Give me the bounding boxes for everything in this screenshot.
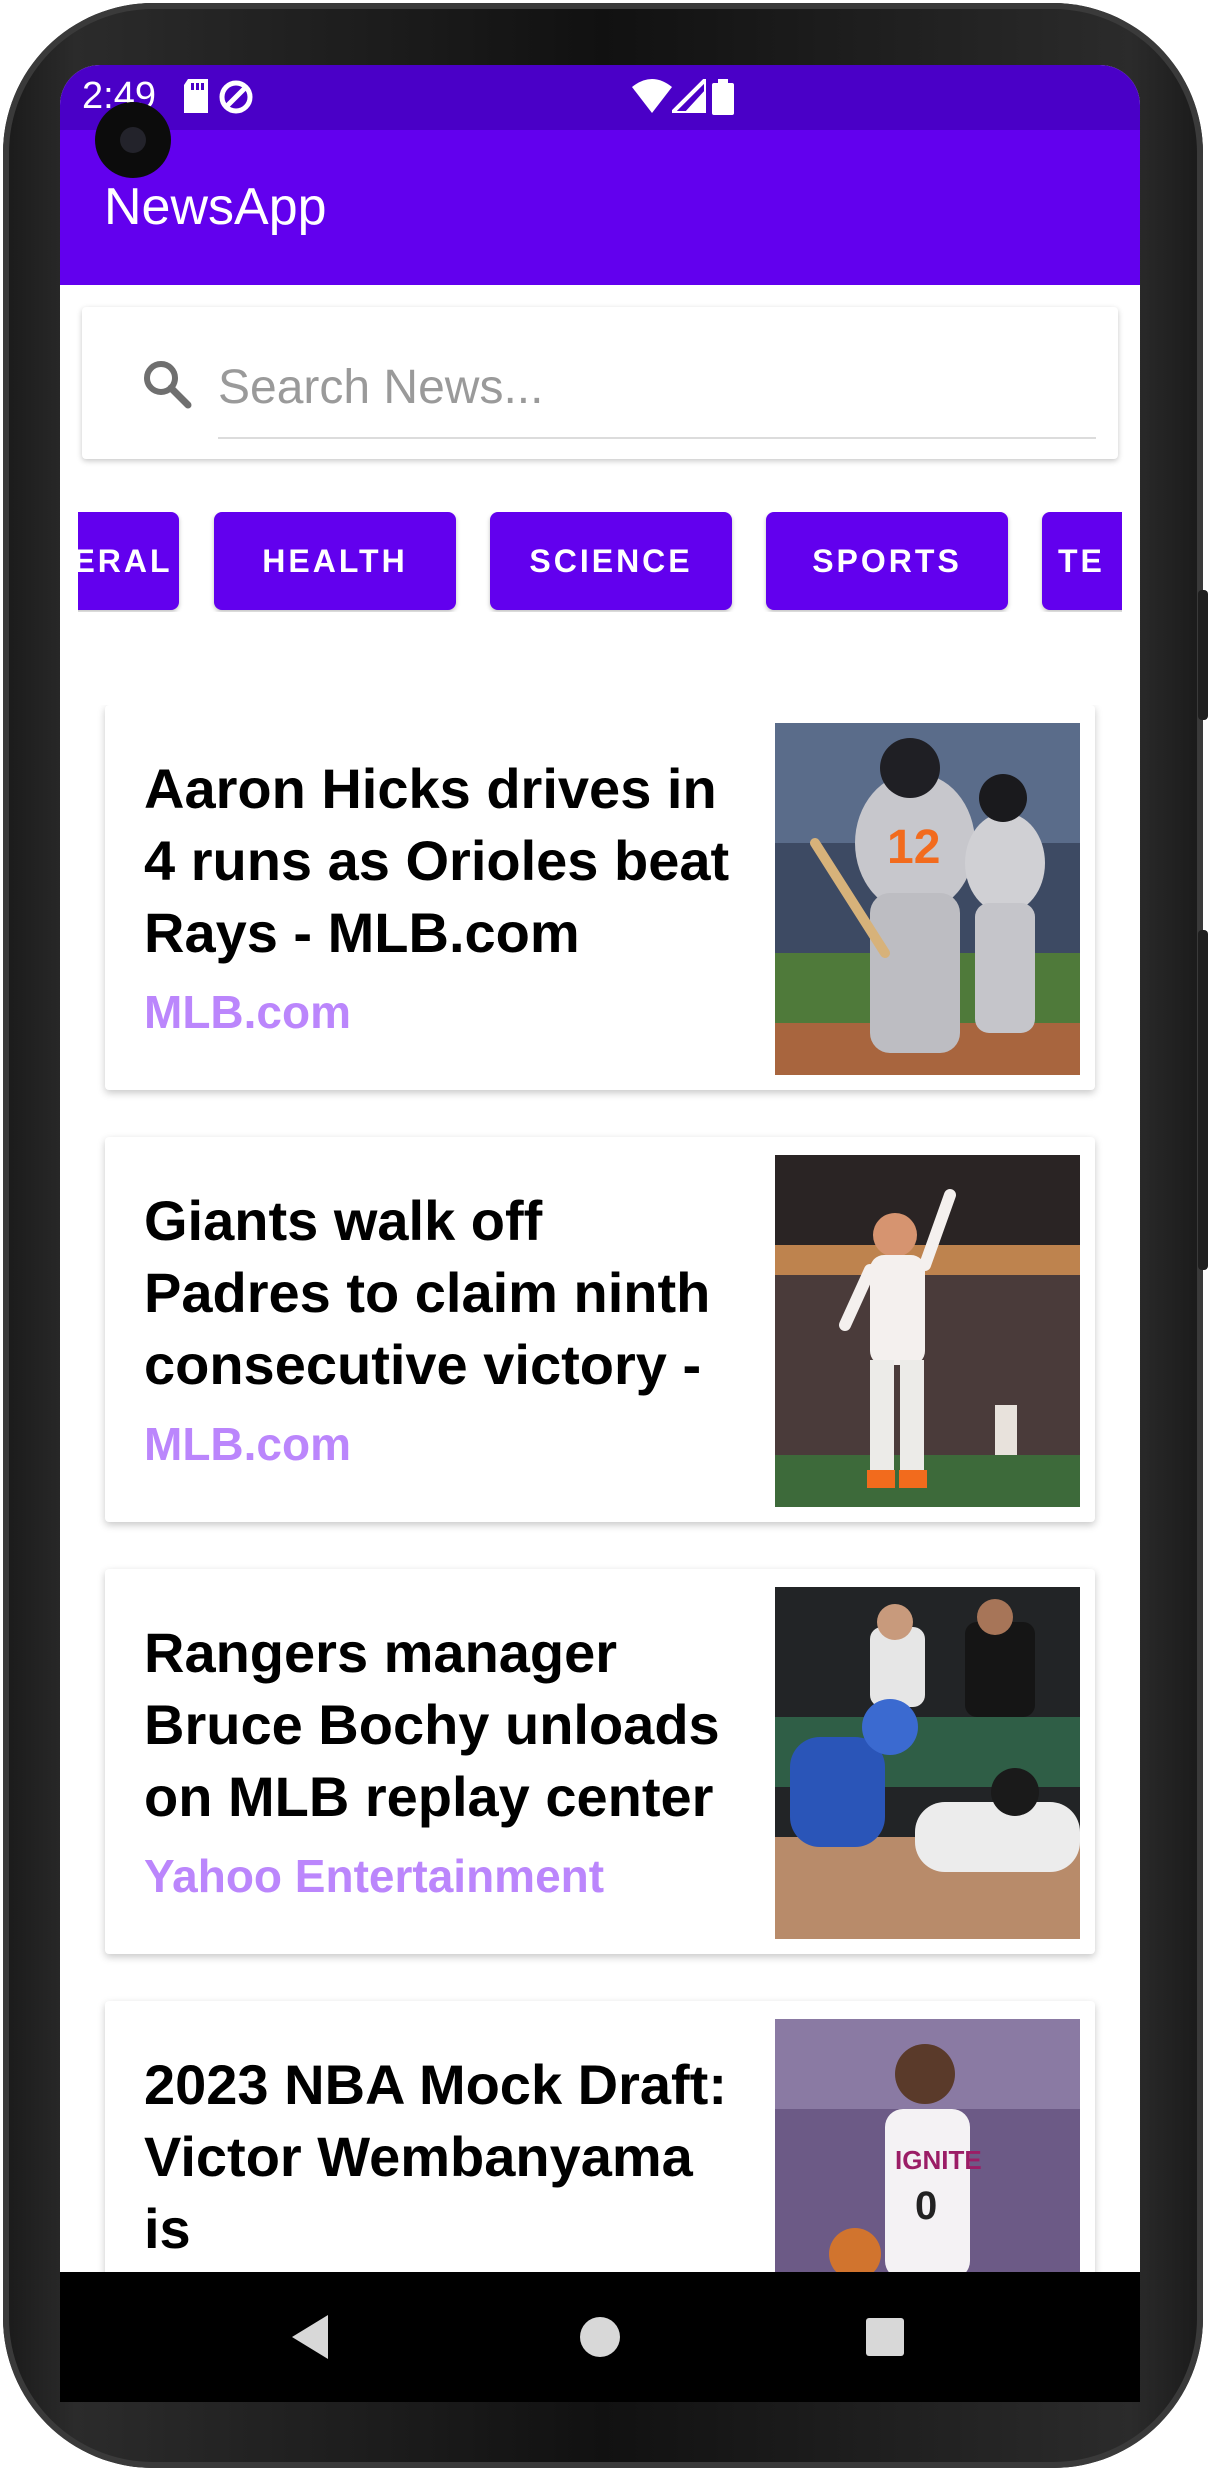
navigation-bar: [60, 2272, 1140, 2402]
news-list[interactable]: Aaron Hicks drives in 4 runs as Orioles …: [60, 705, 1140, 2272]
giants-baseball-photo: [775, 1155, 1080, 1507]
svg-text:12: 12: [887, 821, 940, 874]
news-card[interactable]: Rangers manager Bruce Bochy unloads on M…: [105, 1569, 1095, 1954]
chip-label: HEALTH: [262, 542, 408, 579]
news-card[interactable]: Aaron Hicks drives in 4 runs as Orioles …: [105, 705, 1095, 1090]
app-title: NewsApp: [104, 178, 327, 236]
back-icon[interactable]: [260, 2272, 360, 2402]
news-title: 2023 NBA Mock Draft: Victor Wembanyama i…: [144, 2053, 727, 2260]
news-source: Yahoo Entertainment: [144, 1850, 605, 1902]
category-chips: ERAL HEALTH SCIENCE SPORTS TE: [78, 512, 1122, 612]
chip-health[interactable]: HEALTH: [214, 512, 456, 610]
do-not-disturb-icon: [219, 80, 253, 114]
phone-frame: 2:49 NewsApp Search News... ERAL HEALTH …: [0, 0, 1211, 2474]
volume-button: [1198, 590, 1208, 720]
news-title: Aaron Hicks drives in 4 runs as Orioles …: [144, 757, 730, 964]
screen: 2:49 NewsApp Search News... ERAL HEALTH …: [60, 65, 1140, 2272]
rangers-baseball-photo: [775, 1587, 1080, 1939]
sd-card-icon: [184, 79, 208, 113]
cell-signal-icon: [672, 79, 706, 113]
power-button: [1198, 930, 1208, 1270]
news-card[interactable]: Giants walk off Padres to claim ninth co…: [105, 1137, 1095, 1522]
svg-text:IGNITE: IGNITE: [895, 2145, 982, 2175]
front-camera: [95, 102, 171, 178]
svg-text:0: 0: [915, 2184, 937, 2228]
wifi-icon: [632, 79, 672, 113]
home-icon[interactable]: [550, 2272, 650, 2402]
status-bar: 2:49: [60, 65, 1140, 130]
basketball-player-photo: IGNITE 0: [775, 2019, 1080, 2272]
chip-label: ERAL: [78, 542, 173, 579]
chip-label: SCIENCE: [529, 542, 693, 579]
chip-label: SPORTS: [812, 542, 962, 579]
news-source: MLB.com: [144, 1418, 351, 1470]
news-title: Rangers manager Bruce Bochy unloads on M…: [144, 1621, 720, 1828]
chip-sports[interactable]: SPORTS: [766, 512, 1008, 610]
chip-general[interactable]: ERAL: [78, 512, 179, 610]
search-icon: [144, 361, 192, 409]
chip-technology[interactable]: TE: [1042, 512, 1122, 610]
chip-science[interactable]: SCIENCE: [490, 512, 732, 610]
search-input[interactable]: [218, 337, 1096, 439]
battery-icon: [712, 79, 734, 115]
news-source: MLB.com: [144, 986, 351, 1038]
recents-icon[interactable]: [835, 2272, 935, 2402]
news-card[interactable]: 2023 NBA Mock Draft: Victor Wembanyama i…: [105, 2001, 1095, 2272]
orioles-baseball-photo: 12: [775, 723, 1080, 1075]
search-card: [82, 307, 1118, 459]
news-title: Giants walk off Padres to claim ninth co…: [144, 1189, 711, 1396]
chip-label: TE: [1058, 542, 1105, 579]
